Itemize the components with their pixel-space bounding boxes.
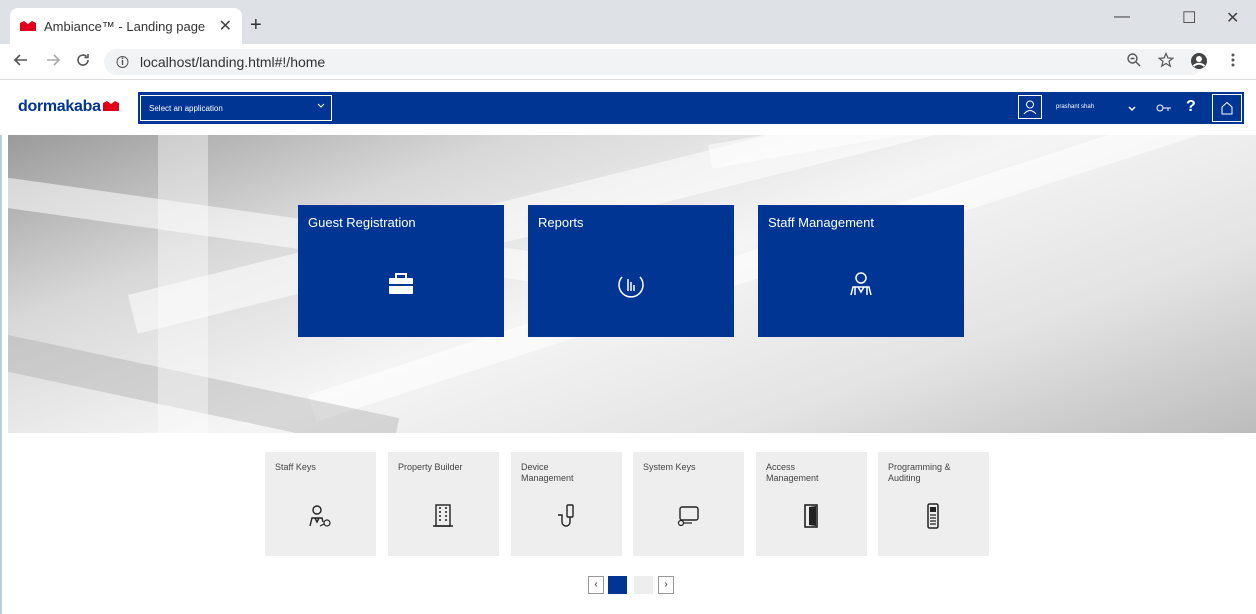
building-icon [433,504,453,527]
zoom-icon[interactable] [1126,52,1142,68]
user-menu-chevron-icon[interactable] [1128,106,1136,112]
help-icon[interactable]: ? [1186,98,1196,116]
toolbox-icon [389,273,413,294]
bookmark-star-icon[interactable] [1158,52,1174,68]
door-icon [804,504,818,528]
tile-label: Programming & Auditing [888,462,951,483]
chevron-down-icon [317,103,325,108]
tile-device-management[interactable]: Device Management [511,452,622,556]
tile-system-keys[interactable]: System Keys [633,452,744,556]
staff-key-icon [309,505,331,527]
left-page-edge [0,135,8,614]
profile-icon[interactable] [1190,52,1208,70]
programmer-icon [927,503,939,529]
tile-label: Staff Management [768,215,874,230]
reload-icon[interactable] [76,53,90,67]
maximize-button[interactable]: ☐ [1182,8,1196,28]
tile-property-builder[interactable]: Property Builder [388,452,499,556]
menu-kebab-icon[interactable] [1230,52,1236,68]
home-icon [1221,101,1233,115]
site-info-icon[interactable] [116,49,129,75]
tile-label: Device Management [521,462,574,483]
pager-page-2[interactable] [634,576,653,594]
url-field[interactable]: localhost/landing.html#!/home [104,49,1204,75]
pager-prev-button[interactable]: ‹ [588,576,604,594]
user-avatar[interactable] [1018,95,1042,119]
app-navbar: Select an application prashant shah ? [138,92,1244,124]
url-text: localhost/landing.html#!/home [140,54,326,70]
tab-title: Ambiance™ - Landing page [44,18,206,34]
tile-staff-management[interactable]: Staff Management [758,205,964,337]
back-icon[interactable] [14,53,28,67]
tile-label: Reports [538,215,584,230]
address-bar-row: localhost/landing.html#!/home [0,44,1256,80]
user-icon [1023,100,1037,115]
dormakaba-logo[interactable]: dormakaba [18,98,119,116]
tab-close-icon[interactable]: ✕ [219,16,232,36]
application-select-placeholder: Select an application [149,104,223,113]
device-icon [558,504,574,527]
system-key-icon [677,506,699,527]
browser-tab[interactable]: Ambiance™ - Landing page ✕ [10,8,242,44]
app-header: dormakaba Select an application prashant… [0,80,1256,135]
report-chart-icon [618,276,644,298]
pager-next-button[interactable]: › [658,576,674,594]
tile-staff-keys[interactable]: Staff Keys [265,452,376,556]
close-window-button[interactable]: ✕ [1226,8,1239,28]
logo-text: dormakaba [18,98,101,115]
minimize-button[interactable]: — [1114,8,1130,26]
tile-label: Access Management [766,462,819,483]
new-tab-button[interactable]: + [250,14,262,37]
home-button[interactable] [1212,94,1242,122]
hero-pillar [158,135,208,433]
forward-icon[interactable] [46,53,60,67]
pager-page-1[interactable] [608,576,627,594]
keys-icon[interactable] [1156,103,1172,113]
browser-tab-strip: Ambiance™ - Landing page ✕ + — ☐ ✕ [0,0,1256,44]
dormakaba-favicon-icon [20,21,36,31]
tile-guest-registration[interactable]: Guest Registration [298,205,504,337]
user-name[interactable]: prashant shah [1056,104,1094,110]
tile-programming-auditing[interactable]: Programming & Auditing [878,452,989,556]
staff-icon [850,272,872,296]
tile-reports[interactable]: Reports [528,205,734,337]
tile-label: System Keys [643,462,696,472]
tile-label: Property Builder [398,462,463,472]
tile-access-management[interactable]: Access Management [756,452,867,556]
tile-label: Guest Registration [308,215,416,230]
hero-banner: Guest Registration Reports Staff Managem… [8,135,1256,433]
logo-mark-icon [102,101,119,111]
application-select[interactable]: Select an application [140,95,332,121]
tile-label: Staff Keys [275,462,316,472]
